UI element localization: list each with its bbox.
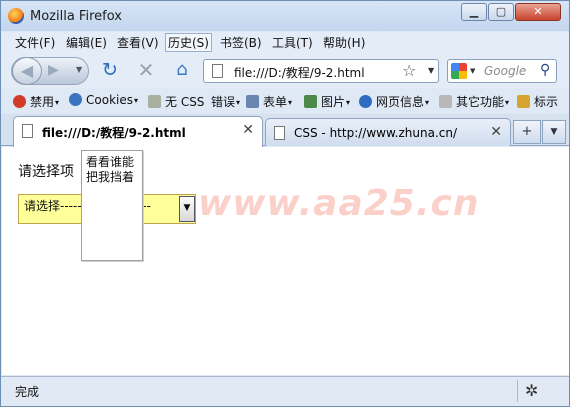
back-button[interactable]: ◀: [12, 57, 42, 85]
tab-strip: file:///D:/教程/9-2.html ✕ CSS - http://ww…: [1, 114, 569, 147]
forward-button[interactable]: ▶: [48, 62, 59, 78]
firefox-logo-icon: [8, 8, 24, 24]
chevron-down-icon[interactable]: ▼: [179, 196, 195, 222]
status-bar: 完成 ✲: [1, 376, 569, 406]
minimize-button[interactable]: ▁: [461, 3, 487, 21]
tab-label: file:///D:/教程/9-2.html: [42, 126, 186, 140]
toolbar-disable[interactable]: 禁用▾: [13, 93, 59, 110]
pencil-icon: [517, 95, 530, 108]
tab-close-icon[interactable]: ✕: [242, 122, 254, 138]
bookmarks-toolbar: 禁用▾ Cookies▾ 无 CSS 错误▾ 表单▾ 图片▾ 网页信息▾ 其它功…: [1, 89, 569, 113]
history-dropdown-icon[interactable]: ▼: [76, 65, 82, 74]
page-icon: [274, 126, 285, 140]
menu-tools[interactable]: 工具(T): [270, 34, 315, 51]
url-text[interactable]: file:///D:/教程/9-2.html: [234, 64, 365, 81]
menu-edit[interactable]: 编辑(E): [64, 34, 109, 51]
url-bar[interactable]: file:///D:/教程/9-2.html ☆ ▼: [203, 59, 439, 83]
stop-button[interactable]: ✕: [135, 60, 157, 82]
form-icon: [246, 95, 259, 108]
close-button[interactable]: ✕: [515, 3, 561, 21]
url-dropdown-icon[interactable]: ▼: [428, 66, 434, 75]
tab-active[interactable]: file:///D:/教程/9-2.html ✕: [13, 116, 263, 147]
bookmark-star-icon[interactable]: ☆: [402, 61, 416, 80]
page-content: www.aa25.cn 请选择项 请选择--------------------…: [2, 147, 569, 375]
menu-history[interactable]: 历史(S): [165, 33, 212, 52]
menu-file[interactable]: 文件(F): [13, 34, 57, 51]
maximize-button[interactable]: ▢: [488, 3, 514, 21]
info-icon: [359, 95, 372, 108]
overlay-text: 看看谁能把我挡着: [86, 155, 135, 184]
search-box[interactable]: ▼ Google ⚲: [447, 59, 557, 83]
menu-view[interactable]: 查看(V): [115, 34, 161, 51]
toolbar-outline[interactable]: 标示: [517, 93, 558, 110]
watermark: www.aa25.cn: [198, 183, 480, 224]
tab-label: CSS - http://www.zhuna.cn/: [294, 126, 458, 140]
overlay-box: 看看谁能把我挡着: [81, 150, 143, 261]
toolbar-page-info[interactable]: 网页信息▾: [359, 93, 429, 110]
toolbar-errors[interactable]: 错误▾: [211, 93, 240, 110]
toolbar-forms[interactable]: 表单▾: [246, 93, 292, 110]
toolbar-images[interactable]: 图片▾: [304, 93, 350, 110]
toolbar-no-css[interactable]: 无 CSS: [148, 93, 204, 110]
tab-inactive[interactable]: CSS - http://www.zhuna.cn/ ✕: [265, 118, 511, 146]
navigation-toolbar: ◀ ▶ ▼ ↻ ✕ ⌂ file:///D:/教程/9-2.html ☆ ▼ ▼…: [1, 52, 569, 88]
page-icon: [212, 64, 223, 78]
back-forward-group: ◀ ▶ ▼: [11, 57, 89, 85]
home-button[interactable]: ⌂: [171, 60, 193, 82]
image-icon: [304, 95, 317, 108]
browser-window: Mozilla Firefox ▁ ▢ ✕ 文件(F) 编辑(E) 查看(V) …: [0, 0, 570, 407]
status-text: 完成: [15, 385, 40, 399]
firebug-icon[interactable]: ✲: [525, 381, 538, 400]
block-icon: [13, 95, 26, 108]
css-icon: [148, 95, 161, 108]
tab-close-icon[interactable]: ✕: [490, 124, 502, 140]
gear-icon: [439, 95, 452, 108]
menu-bar: 文件(F) 编辑(E) 查看(V) 历史(S) 书签(B) 工具(T) 帮助(H…: [1, 32, 569, 52]
toolbar-cookies[interactable]: Cookies▾: [69, 93, 138, 107]
tab-list-dropdown-icon[interactable]: ▼: [542, 120, 566, 144]
window-title: Mozilla Firefox: [30, 9, 122, 24]
search-icon[interactable]: ⚲: [540, 62, 550, 78]
cookie-user-icon: [69, 93, 82, 106]
search-placeholder: Google: [484, 64, 527, 78]
toolbar-misc[interactable]: 其它功能▾: [439, 93, 509, 110]
google-icon[interactable]: [451, 63, 467, 79]
search-engine-dropdown-icon[interactable]: ▼: [470, 67, 475, 75]
menu-help[interactable]: 帮助(H): [321, 34, 367, 51]
page-icon: [22, 124, 33, 138]
select-prompt-label: 请选择项: [18, 164, 74, 180]
new-tab-button[interactable]: +: [513, 120, 541, 144]
title-bar: Mozilla Firefox ▁ ▢ ✕: [1, 1, 569, 31]
menu-bookmarks[interactable]: 书签(B): [218, 34, 264, 51]
status-divider: [517, 380, 518, 402]
reload-button[interactable]: ↻: [99, 60, 121, 82]
